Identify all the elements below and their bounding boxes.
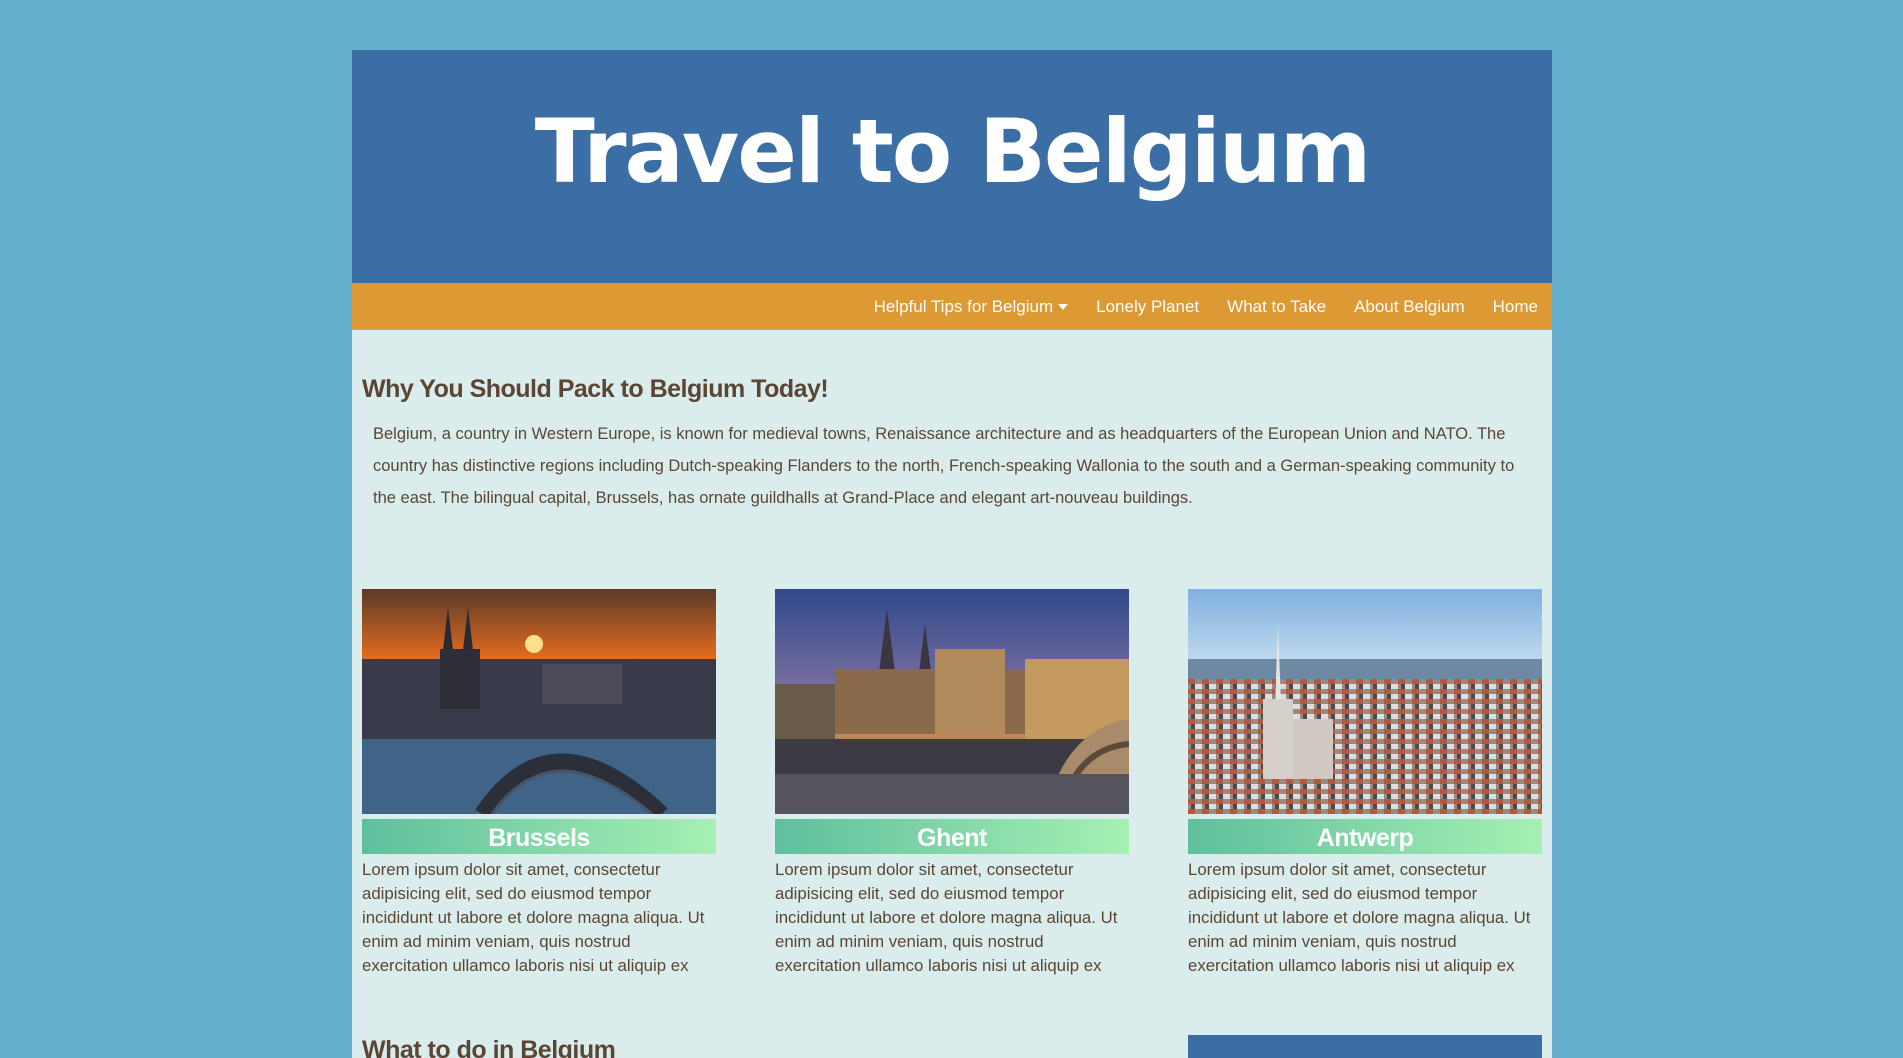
page-container: Travel to Belgium Helpful Tips for Belgi… (352, 50, 1552, 1058)
nav-helpful-tips[interactable]: Helpful Tips for Belgium (874, 297, 1069, 317)
brussels-text: Lorem ipsum dolor sit amet, consectetur … (362, 860, 705, 975)
ghent-text: Lorem ipsum dolor sit amet, consectetur … (775, 860, 1118, 975)
ghent-photo (775, 589, 1129, 814)
nav-lonely-planet[interactable]: Lonely Planet (1096, 297, 1199, 317)
intro-section: Why You Should Pack to Belgium Today! Be… (352, 375, 1552, 514)
nav-home[interactable]: Home (1493, 297, 1538, 317)
antwerp-photo (1188, 589, 1542, 814)
city-card-brussels: Brussels Lorem ipsum dolor sit amet, con… (362, 589, 716, 978)
section-heading-what-to-do: What to do in Belgium (362, 1036, 616, 1058)
intro-paragraph: Belgium, a country in Western Europe, is… (373, 425, 1515, 507)
site-header: Travel to Belgium (352, 50, 1552, 283)
intro-heading: Why You Should Pack to Belgium Today! (362, 375, 829, 403)
sidebar-box (1188, 1035, 1542, 1058)
brussels-photo (362, 589, 716, 814)
site-title: Travel to Belgium (534, 100, 1372, 203)
chevron-down-icon (1058, 303, 1069, 310)
ghent-title: Ghent (775, 819, 1129, 854)
nav-what-to-take[interactable]: What to Take (1227, 297, 1326, 317)
city-card-antwerp: Antwerp Lorem ipsum dolor sit amet, cons… (1188, 589, 1542, 978)
antwerp-text: Lorem ipsum dolor sit amet, consectetur … (1188, 860, 1531, 975)
city-card-ghent: Ghent Lorem ipsum dolor sit amet, consec… (775, 589, 1129, 978)
brussels-title: Brussels (362, 819, 716, 854)
nav-about-belgium[interactable]: About Belgium (1354, 297, 1465, 317)
antwerp-title: Antwerp (1188, 819, 1542, 854)
nav-helpful-tips-label: Helpful Tips for Belgium (873, 296, 1054, 316)
city-cards: Brussels Lorem ipsum dolor sit amet, con… (362, 589, 1542, 978)
main-nav: Helpful Tips for Belgium Lonely Planet W… (352, 283, 1552, 330)
